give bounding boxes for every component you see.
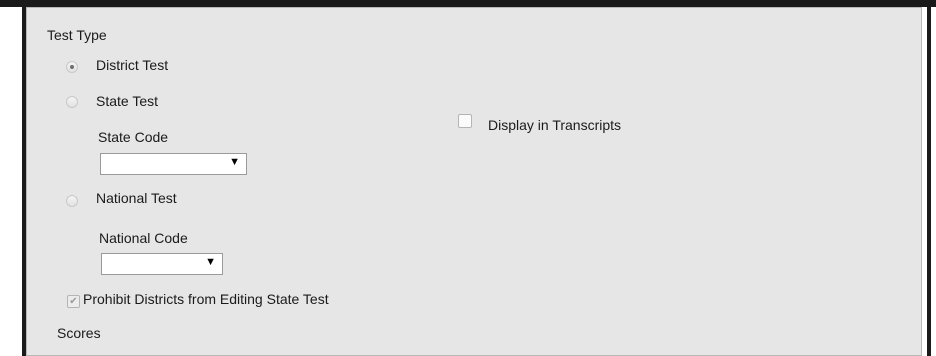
right-border: [927, 7, 931, 356]
chevron-down-icon: ▼: [229, 156, 240, 168]
display-in-transcripts-label[interactable]: Display in Transcripts: [488, 117, 621, 133]
prohibit-districts-label[interactable]: Prohibit Districts from Editing State Te…: [83, 291, 329, 307]
national-test-label[interactable]: National Test: [96, 190, 177, 206]
state-code-select[interactable]: ▼: [100, 153, 247, 175]
district-test-radio[interactable]: [66, 61, 78, 73]
district-test-label[interactable]: District Test: [96, 57, 168, 73]
prohibit-districts-checkbox[interactable]: ✔: [67, 295, 80, 308]
display-in-transcripts-checkbox[interactable]: [458, 114, 472, 128]
state-test-radio[interactable]: [66, 96, 78, 108]
national-test-radio[interactable]: [66, 195, 78, 207]
national-code-label: National Code: [99, 230, 188, 246]
test-settings-panel: Test Type District Test State Test State…: [26, 7, 922, 356]
national-code-select[interactable]: ▼: [101, 253, 223, 275]
top-border: [0, 0, 936, 7]
scores-heading: Scores: [57, 325, 101, 341]
state-test-label[interactable]: State Test: [96, 93, 158, 109]
test-type-heading: Test Type: [47, 27, 107, 43]
left-margin: [0, 7, 22, 356]
chevron-down-icon: ▼: [205, 256, 216, 268]
state-code-label: State Code: [98, 129, 169, 145]
